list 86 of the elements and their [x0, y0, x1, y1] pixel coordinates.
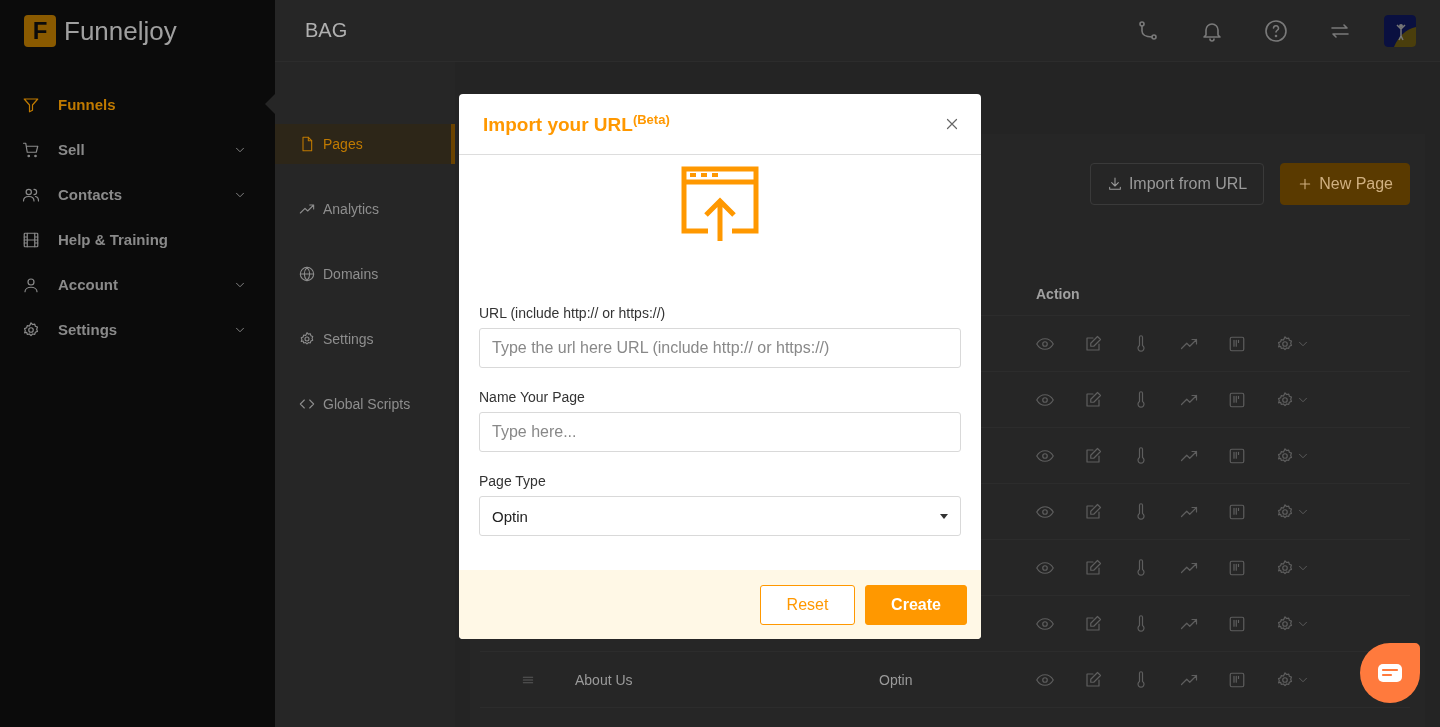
- edit-icon: [1084, 558, 1102, 577]
- board-button[interactable]: [1228, 670, 1246, 689]
- board-icon: [1228, 446, 1246, 465]
- edit-icon: [1084, 446, 1102, 465]
- board-button[interactable]: [1228, 446, 1246, 465]
- settings-icon: [1276, 502, 1294, 521]
- board-icon: [1228, 334, 1246, 353]
- subnav-item[interactable]: Analytics: [275, 189, 455, 229]
- edit-button[interactable]: [1084, 446, 1102, 465]
- settings-menu-button[interactable]: [1276, 390, 1310, 409]
- subnav-item[interactable]: Pages: [275, 124, 455, 164]
- caret-icon: [940, 513, 948, 519]
- board-button[interactable]: [1228, 614, 1246, 633]
- settings-menu-button[interactable]: [1276, 502, 1310, 521]
- edit-icon: [1084, 334, 1102, 353]
- logo: F: [24, 15, 56, 47]
- edit-button[interactable]: [1084, 614, 1102, 633]
- settings-icon: [1276, 614, 1294, 633]
- cart-icon: [22, 140, 40, 159]
- edit-icon: [1084, 390, 1102, 409]
- subnav-item[interactable]: Settings: [275, 319, 455, 359]
- settings-menu-button[interactable]: [1276, 558, 1310, 577]
- settings-menu-button[interactable]: [1276, 614, 1310, 633]
- code-icon: [299, 396, 315, 412]
- field-label: Page Type: [479, 473, 547, 489]
- avatar[interactable]: [1384, 14, 1416, 47]
- board-icon: [1228, 558, 1246, 577]
- sidebar-item[interactable]: Sell: [0, 127, 275, 172]
- field-label: URL (include http:// or https://): [479, 305, 667, 321]
- edit-button[interactable]: [1084, 334, 1102, 353]
- chat-icon: [1378, 664, 1402, 682]
- settings-icon: [299, 331, 315, 347]
- sidebar-item[interactable]: Funnels: [0, 82, 275, 127]
- board-button[interactable]: [1228, 558, 1246, 577]
- edit-button[interactable]: [1084, 558, 1102, 577]
- help-button[interactable]: [1264, 18, 1288, 43]
- funnel-icon: [22, 95, 40, 114]
- branch-icon: [1136, 18, 1160, 43]
- subnav-item[interactable]: Domains: [275, 254, 455, 294]
- settings-menu-button[interactable]: [1276, 670, 1310, 689]
- subnav-item[interactable]: Global Scripts: [275, 384, 455, 424]
- trend-icon: [299, 201, 315, 217]
- settings-icon: [1276, 334, 1294, 353]
- help-icon: [1264, 18, 1288, 43]
- input-field[interactable]: Type here...: [479, 412, 961, 452]
- settings-icon: [1276, 390, 1294, 409]
- board-button[interactable]: [1228, 334, 1246, 353]
- import-button[interactable]: Import from URL: [1089, 163, 1265, 205]
- edit-button[interactable]: [1084, 390, 1102, 409]
- edit-button[interactable]: [1084, 502, 1102, 521]
- settings-icon: [1276, 670, 1294, 689]
- film-icon: [22, 230, 40, 249]
- column-header: Action: [1036, 286, 1081, 302]
- select-field[interactable]: Optin: [479, 496, 961, 536]
- settings-icon: [1276, 446, 1294, 465]
- page-title: BAG: [305, 19, 349, 42]
- settings-menu-button[interactable]: [1276, 446, 1310, 465]
- board-icon: [1228, 614, 1246, 633]
- globe-icon: [299, 266, 315, 282]
- sidebar-item[interactable]: Contacts: [0, 172, 275, 217]
- field-label: Name Your Page: [479, 389, 586, 405]
- edit-icon: [1084, 670, 1102, 689]
- settings-icon: [22, 320, 40, 339]
- sidebar-item[interactable]: Account: [0, 262, 275, 307]
- settings-icon: [1276, 558, 1294, 577]
- page-name: About Us: [575, 671, 634, 688]
- settings-menu-button[interactable]: [1276, 334, 1310, 353]
- edit-icon: [1084, 502, 1102, 521]
- download-icon: [1106, 176, 1123, 192]
- board-icon: [1228, 390, 1246, 409]
- board-button[interactable]: [1228, 502, 1246, 521]
- edit-button[interactable]: [1084, 670, 1102, 689]
- new-page-button[interactable]: New Page: [1280, 163, 1410, 205]
- edit-icon: [1084, 614, 1102, 633]
- page-type: Optin: [879, 671, 914, 688]
- sidebar-item[interactable]: Help & Training: [0, 217, 275, 262]
- file-icon: [299, 136, 315, 152]
- board-button[interactable]: [1228, 390, 1246, 409]
- dialog-title: Import your URL$^{(Beta)}$: [483, 111, 670, 137]
- user-icon: [22, 275, 40, 294]
- board-icon: [1228, 502, 1246, 521]
- board-icon: [1228, 670, 1246, 689]
- input-field[interactable]: Type the url here URL (include http:// or https://): [479, 328, 961, 368]
- sidebar-item[interactable]: Settings: [0, 307, 275, 352]
- brand-name: Funneljoy: [64, 15, 177, 47]
- workflow-button[interactable]: [1136, 18, 1160, 43]
